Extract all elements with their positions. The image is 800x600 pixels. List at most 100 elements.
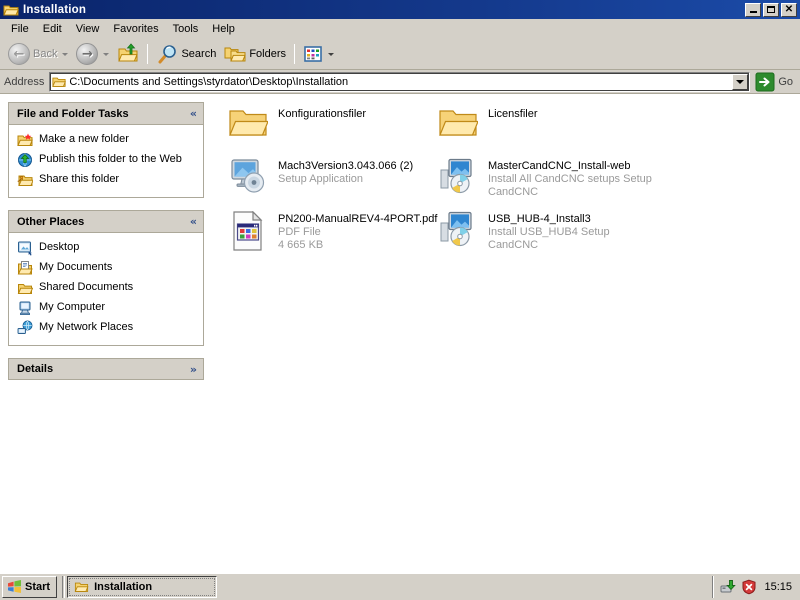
file-item[interactable]: MasterCandCNC_Install-web Install All Ca…	[434, 156, 652, 201]
file-item[interactable]: Mach3Version3.043.066 (2) Setup Applicat…	[224, 156, 434, 201]
file-name: MasterCandCNC_Install-web	[488, 160, 631, 172]
address-dropdown-button[interactable]	[732, 73, 749, 90]
task-publish-this-folder-to-the-web[interactable]: Publish this folder to the Web	[17, 150, 197, 170]
task-label: Share this folder	[39, 173, 120, 185]
taskbar-item-installation[interactable]: Installation	[67, 576, 218, 598]
safely-remove-hardware-icon[interactable]	[720, 579, 737, 595]
file-item[interactable]: Konfigurationsfiler	[224, 104, 434, 148]
back-arrow-icon: ←	[8, 43, 30, 65]
panel-body-other-places: Desktop My Documents Shared Documents My…	[8, 232, 204, 346]
go-label: Go	[778, 75, 793, 88]
security-alert-shield-icon[interactable]	[741, 579, 757, 595]
search-button[interactable]: Search	[152, 41, 220, 67]
chevron-up-icon[interactable]: «	[190, 108, 197, 119]
restore-button[interactable]	[763, 2, 779, 17]
forward-arrow-icon: →	[76, 43, 99, 65]
task-share-this-folder[interactable]: Share this folder	[17, 170, 197, 190]
menu-file[interactable]: File	[4, 21, 36, 37]
forward-dropdown-icon[interactable]	[103, 52, 110, 56]
file-list-view[interactable]: Konfigurationsfiler Licensfiler Mach3Ver…	[212, 94, 800, 573]
folders-button[interactable]: Folders	[220, 41, 290, 67]
folder-icon	[436, 106, 480, 146]
file-meta: Konfigurationsfiler	[278, 106, 366, 121]
back-button[interactable]: ← Back	[4, 41, 72, 67]
file-item[interactable]: USB_HUB-4_Install3 Install USB_HUB4 Setu…	[434, 209, 644, 254]
title-bar[interactable]: Installation ✕	[0, 0, 800, 19]
menu-edit[interactable]: Edit	[36, 21, 69, 37]
toolbar-separator-1	[147, 44, 149, 64]
folder-icon	[226, 106, 270, 146]
folder-icon	[52, 75, 67, 89]
place-label: Desktop	[39, 241, 80, 253]
address-bar: Address C:\Documents and Settings\styrda…	[0, 70, 800, 94]
task-label: Publish this folder to the Web	[39, 153, 182, 165]
menu-bar: File Edit View Favorites Tools Help	[0, 19, 800, 39]
file-meta: PN200-ManualREV4-4PORT.pdf PDF File 4 66…	[278, 211, 437, 252]
up-folder-icon	[117, 43, 139, 65]
file-meta: Mach3Version3.043.066 (2) Setup Applicat…	[278, 158, 413, 186]
file-name: Konfigurationsfiler	[278, 108, 367, 120]
taskbar-item-label: Installation	[94, 581, 153, 593]
panel-header-other-places[interactable]: Other Places «	[8, 210, 204, 232]
up-button[interactable]	[113, 41, 143, 67]
clock[interactable]: 15:15	[764, 581, 792, 593]
place-shared-documents[interactable]: Shared Documents	[17, 278, 197, 298]
close-button[interactable]: ✕	[781, 2, 797, 17]
installer-monitor-cd-icon	[436, 158, 480, 198]
panel-header-details[interactable]: Details »	[8, 358, 204, 380]
new-folder-icon	[17, 132, 33, 148]
taskbar: Start Installation 15:15	[0, 573, 800, 600]
place-desktop[interactable]: Desktop	[17, 238, 197, 258]
pdf-document-icon	[226, 211, 270, 251]
file-company: CandCNC	[488, 186, 539, 198]
menu-view[interactable]: View	[69, 21, 107, 37]
place-my-network-places[interactable]: My Network Places	[17, 318, 197, 338]
chevron-down-icon[interactable]: »	[190, 364, 197, 375]
start-button[interactable]: Start	[2, 576, 58, 598]
file-meta: USB_HUB-4_Install3 Install USB_HUB4 Setu…	[488, 211, 610, 252]
window-title: Installation	[23, 3, 87, 16]
file-type: PDF File	[278, 226, 321, 238]
window-body: File and Folder Tasks « Make a new folde…	[0, 94, 800, 573]
minimize-button[interactable]	[745, 2, 761, 17]
task-make-a-new-folder[interactable]: Make a new folder	[17, 130, 197, 150]
window-controls: ✕	[745, 2, 797, 17]
panel-title: File and Folder Tasks	[17, 107, 129, 120]
chevron-down-icon	[736, 79, 745, 84]
file-item[interactable]: PN200-ManualREV4-4PORT.pdf PDF File 4 66…	[224, 209, 437, 254]
share-folder-icon	[17, 172, 33, 188]
start-label: Start	[25, 581, 51, 593]
views-button[interactable]	[299, 41, 338, 67]
place-my-computer[interactable]: My Computer	[17, 298, 197, 318]
panel-details: Details »	[8, 358, 204, 380]
file-meta: Licensfiler	[488, 106, 538, 121]
address-input[interactable]: C:\Documents and Settings\styrdator\Desk…	[49, 71, 751, 92]
menu-help[interactable]: Help	[205, 21, 242, 37]
views-dropdown-icon[interactable]	[328, 52, 335, 56]
panel-title: Other Places	[17, 215, 85, 228]
file-type: Setup Application	[278, 173, 364, 185]
menu-favorites[interactable]: Favorites	[106, 21, 165, 37]
back-dropdown-icon[interactable]	[62, 52, 69, 56]
file-name: Mach3Version3.043.066 (2)	[278, 160, 414, 172]
place-label: My Computer	[39, 301, 106, 313]
menu-tools[interactable]: Tools	[166, 21, 206, 37]
toolbar-separator-2	[294, 44, 296, 64]
panel-header-file-and-folder-tasks[interactable]: File and Folder Tasks «	[8, 102, 204, 124]
forward-button[interactable]: →	[72, 41, 113, 67]
place-my-documents[interactable]: My Documents	[17, 258, 197, 278]
file-type: Install USB_HUB4 Setup	[488, 226, 610, 238]
go-button[interactable]: Go	[753, 71, 798, 93]
file-item[interactable]: Licensfiler	[434, 104, 644, 148]
my-network-places-icon	[17, 320, 33, 336]
file-name: Licensfiler	[488, 108, 538, 120]
chevron-up-icon[interactable]: «	[190, 216, 197, 227]
my-documents-icon	[17, 260, 33, 276]
toolbar: ← Back → Search Folders	[0, 39, 800, 70]
taskbar-separator	[62, 576, 66, 598]
task-label: Make a new folder	[39, 133, 129, 145]
panel-title: Details	[17, 363, 54, 375]
file-grid: Konfigurationsfiler Licensfiler Mach3Ver…	[212, 104, 800, 254]
file-name: USB_HUB-4_Install3	[488, 213, 591, 225]
windows-flag-icon	[7, 580, 22, 594]
